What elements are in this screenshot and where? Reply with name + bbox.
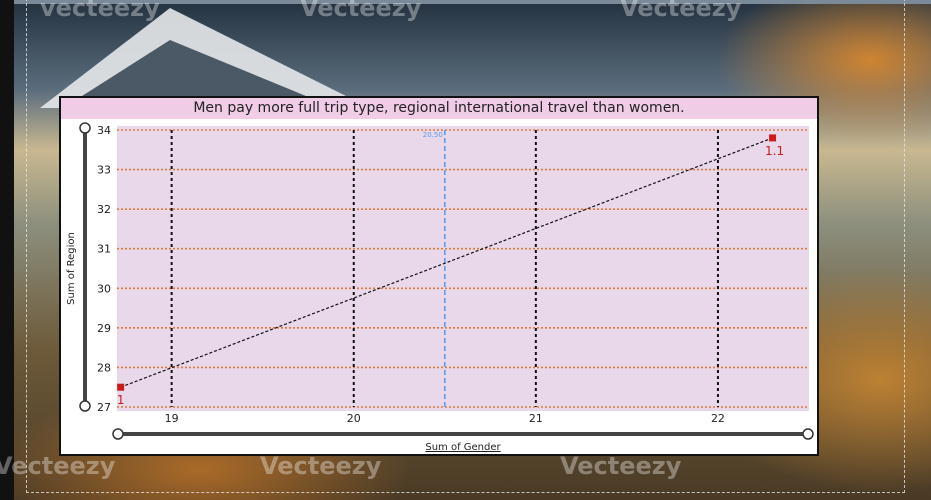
y-tick-label: 31 <box>97 243 111 256</box>
left-border <box>0 0 14 500</box>
y-tick-label: 32 <box>97 203 111 216</box>
scatter-chart: 27 28 29 30 31 32 33 34 19 20 21 22 20.50 1 1.1 Sum of … <box>66 122 814 453</box>
x-tick-label: 20 <box>347 412 361 425</box>
y-slider-handle-top[interactable] <box>79 122 91 134</box>
y-tick-label: 28 <box>97 361 111 374</box>
y-slider-handle-bottom[interactable] <box>79 400 91 412</box>
x-axis-title: Sum of Gender <box>425 442 501 453</box>
x-tick-label: 19 <box>165 412 179 425</box>
y-tick-label: 27 <box>97 401 111 414</box>
x-slider-handle-right[interactable] <box>802 428 814 440</box>
x-tick-label: 21 <box>529 412 543 425</box>
data-point[interactable] <box>769 134 777 142</box>
plot-area <box>117 126 809 411</box>
x-slider-handle-left[interactable] <box>112 428 124 440</box>
y-tick-label: 33 <box>97 164 111 177</box>
data-label: 1 <box>117 393 125 407</box>
data-label: 1.1 <box>765 144 784 158</box>
y-tick-label: 34 <box>97 124 111 137</box>
data-point[interactable] <box>117 383 125 391</box>
y-tick-label: 30 <box>97 282 111 295</box>
average-line-label: 20.50 <box>423 131 443 139</box>
y-tick-label: 29 <box>97 322 111 335</box>
x-tick-label: 22 <box>711 412 725 425</box>
y-axis-title: Sum of Region <box>66 232 77 305</box>
chart-card[interactable]: Men pay more full trip type, regional in… <box>59 96 819 456</box>
